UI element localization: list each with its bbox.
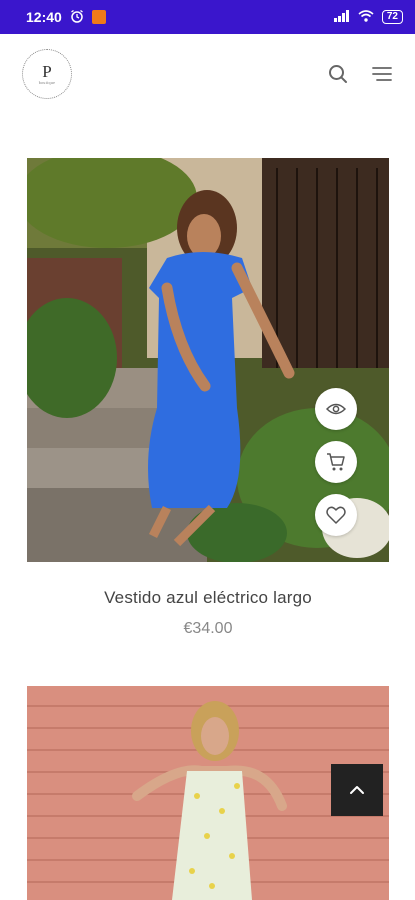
signal-icon [333, 9, 350, 25]
eye-icon [326, 403, 346, 415]
search-icon[interactable] [327, 63, 349, 85]
wishlist-button[interactable] [315, 494, 357, 536]
product-card: Vestido azul eléctrico largo €34.00 [27, 158, 389, 638]
chevron-up-icon [350, 786, 364, 794]
status-bar: 12:40 72 [0, 0, 415, 34]
menu-icon[interactable] [371, 63, 393, 85]
brand-logo[interactable]: P boutique [22, 49, 72, 99]
cart-icon [327, 453, 345, 471]
logo-letter: P [42, 62, 52, 81]
product-price: €34.00 [183, 620, 233, 637]
status-time: 12:40 [26, 9, 62, 25]
product-image[interactable] [27, 158, 389, 562]
wifi-icon [358, 9, 374, 25]
quick-view-button[interactable] [315, 388, 357, 430]
logo-subtext: boutique [38, 80, 56, 85]
notification-icon [91, 10, 106, 24]
heart-icon [326, 506, 346, 524]
add-to-cart-button[interactable] [315, 441, 357, 483]
site-header: P boutique [0, 34, 415, 114]
battery-indicator: 72 [381, 10, 403, 24]
back-to-top-button[interactable] [331, 764, 383, 816]
alarm-icon [70, 9, 84, 26]
product-title[interactable]: Vestido azul eléctrico largo [27, 588, 389, 608]
